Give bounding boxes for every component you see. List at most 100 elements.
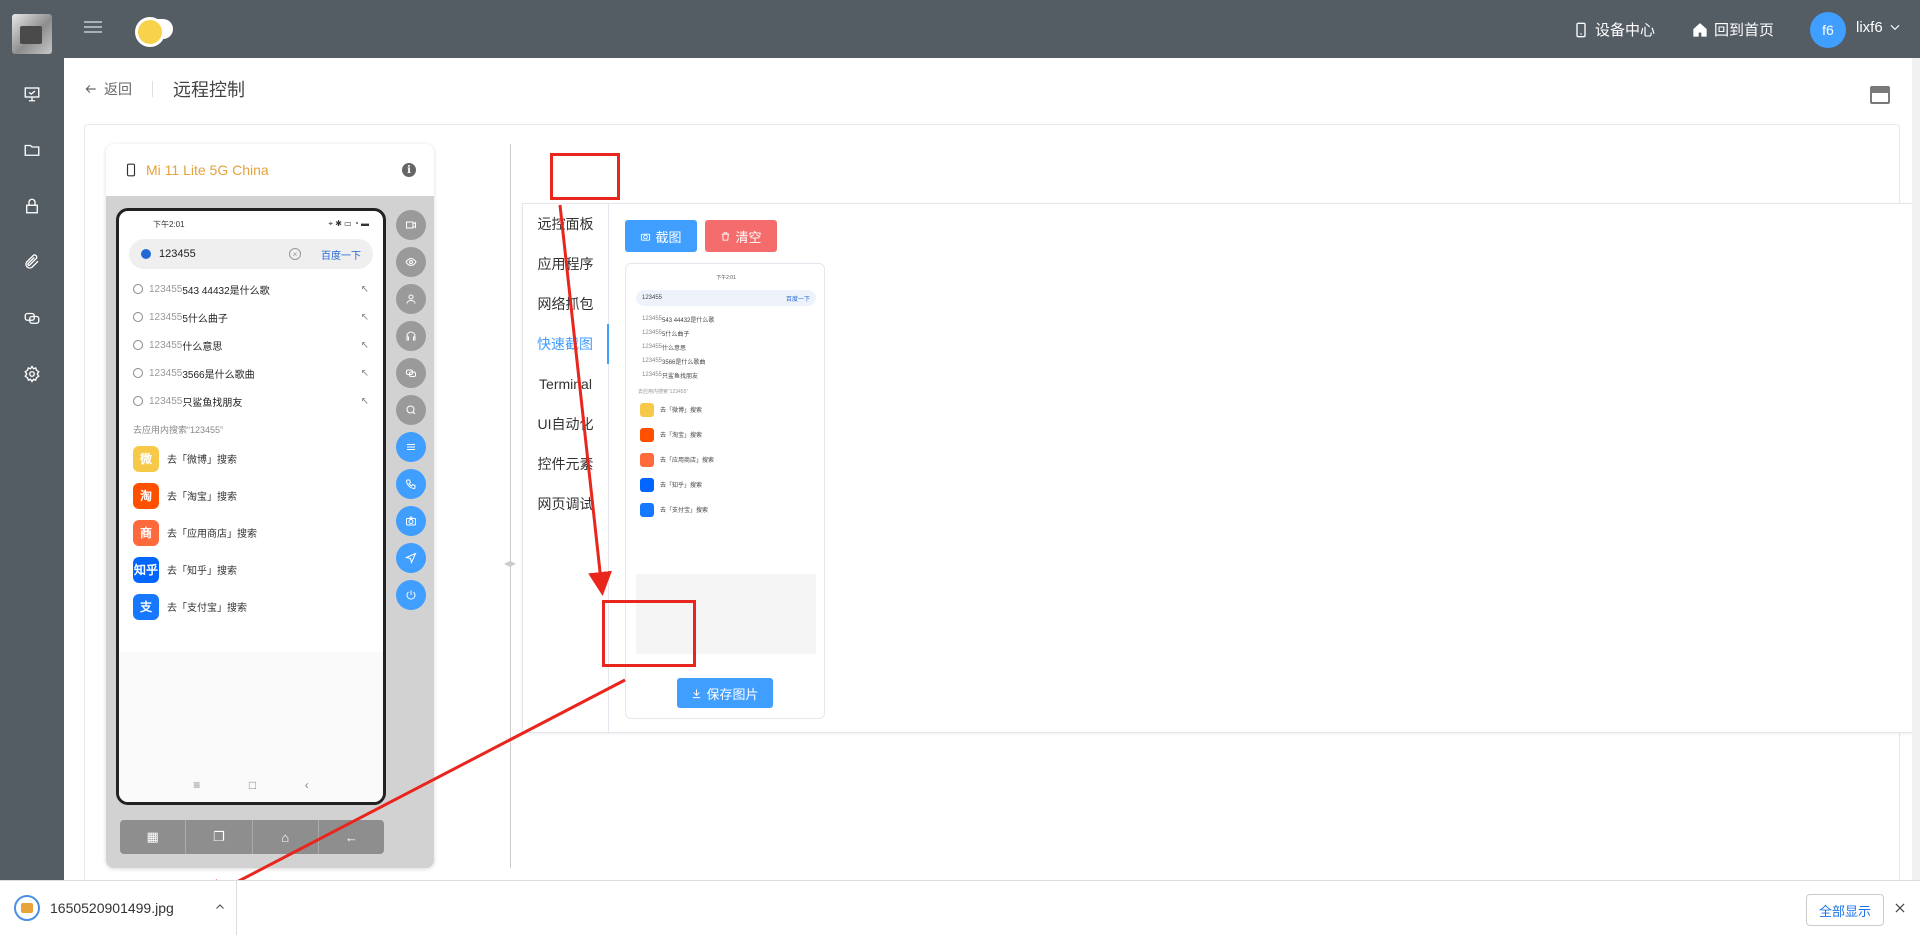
tab-item[interactable]: UI自动化 (523, 404, 608, 444)
suggestion-item[interactable]: 123455 5什么曲子 ↖ (119, 303, 383, 331)
suggestion-item[interactable]: 123455 3566是什么歌曲 ↖ (119, 359, 383, 387)
download-icon (693, 688, 701, 698)
annotation-box-capture (550, 153, 620, 200)
lock-icon[interactable] (20, 194, 44, 218)
mini-app-label: 去「支付宝」搜索 (660, 508, 709, 514)
gear-icon[interactable] (20, 362, 44, 386)
suggestion-list: 123455 543 44432是什么歌 ↖ 123455 5什么曲子 ↖ 123455 什么… (119, 275, 383, 415)
location-icon[interactable] (396, 543, 426, 573)
mini-app-item: 去「淘宝」搜索 (636, 422, 816, 447)
folder-icon[interactable] (20, 138, 44, 162)
panel-resizer[interactable] (510, 144, 511, 868)
layout-icon[interactable] (1870, 86, 1890, 104)
clear-label: 清空 (735, 229, 762, 245)
search-icon (133, 368, 143, 378)
app-logo[interactable] (12, 14, 52, 54)
suggestion-prefix: 123455 (149, 395, 183, 407)
mini-suggestion-text: 3566是什么歌曲 (662, 359, 706, 366)
apps-grid-icon[interactable]: ▦ (120, 820, 187, 854)
chevron-down-icon[interactable] (1888, 20, 1904, 36)
camera-icon[interactable] (396, 506, 426, 536)
chevron-up-icon[interactable] (214, 900, 226, 916)
save-image-button[interactable]: 保存图片 (677, 678, 773, 708)
app-search-item[interactable]: 淘去「淘宝」搜索 (119, 477, 383, 514)
info-icon[interactable]: i (402, 163, 416, 177)
phone-search-button[interactable]: 百度一下 (321, 247, 361, 262)
app-search-item[interactable]: 知乎 去「知乎」搜索 (119, 551, 383, 588)
paperclip-icon[interactable] (20, 250, 44, 274)
fill-arrow-icon[interactable]: ↖ (361, 284, 369, 295)
fill-arrow-icon[interactable]: ↖ (361, 340, 369, 351)
app-search-item[interactable]: 微去「微博」搜索 (119, 440, 383, 477)
app-icon: 商 (133, 519, 159, 546)
theme-toggle[interactable] (135, 17, 173, 47)
recent-apps-icon[interactable]: ❐ (186, 820, 253, 854)
phone-card: Mi 11 Lite 5G China i 下午2:01 ⌖ ✱ ▭ ◔ ▬ 1… (106, 144, 434, 868)
back-arrow-icon[interactable]: ← (319, 820, 384, 854)
tab-item[interactable]: 应用程序 (523, 244, 608, 284)
back-button[interactable]: 返回 (84, 79, 132, 99)
link-icon[interactable] (20, 306, 44, 330)
mini-suggestion-text: 5什么曲子 (662, 331, 690, 338)
download-item[interactable]: 1650520901499.jpg (14, 895, 226, 921)
phone-icon (1576, 22, 1586, 37)
back-key-icon[interactable]: ‹ (305, 778, 309, 792)
mini-suggestion-prefix: 123455 (642, 372, 663, 378)
headset-icon[interactable] (396, 321, 426, 351)
mini-app-icon (640, 452, 654, 467)
mini-suggestion-item: 123455 只鲨鱼找朋友 (636, 368, 816, 382)
mini-section-label: 去应用内搜索“123455” (638, 389, 689, 395)
home-button-icon[interactable]: ⌂ (253, 820, 319, 854)
fill-arrow-icon[interactable]: ↖ (361, 368, 369, 379)
close-icon[interactable] (1893, 901, 1909, 917)
menu-key-icon[interactable]: ≡ (193, 778, 200, 792)
tab-item[interactable]: 快速截图 (523, 324, 609, 364)
mini-suggestion-prefix: 123455 (642, 316, 663, 322)
mini-search-box: 123455 百度一下 (636, 290, 816, 306)
tab-item[interactable]: Terminal (523, 364, 608, 404)
fill-arrow-icon[interactable]: ↖ (361, 396, 369, 407)
phone-screen[interactable]: 下午2:01 ⌖ ✱ ▭ ◔ ▬ 123455 × 百度一下 123455 543… (116, 208, 386, 805)
video-icon[interactable] (396, 210, 426, 240)
presentation-icon[interactable] (20, 82, 44, 106)
download-filename: 1650520901499.jpg (50, 900, 174, 916)
show-all-button[interactable]: 全部显示 (1806, 894, 1884, 926)
device-center-link[interactable]: 设备中心 (1573, 19, 1655, 40)
mobile-icon (126, 163, 136, 177)
phone-tool-column (396, 210, 426, 617)
mini-suggestion-list: 123455 543 44432是什么歌 123455 5什么曲子 123455 什么意思… (636, 312, 816, 382)
tab-item[interactable]: 网页调试 (523, 484, 608, 524)
power-icon[interactable] (396, 580, 426, 610)
username[interactable]: lixf6 (1856, 19, 1883, 36)
phone-card-header: Mi 11 Lite 5G China i (106, 144, 434, 196)
app-search-item[interactable]: 商去「应用商店」搜索 (119, 514, 383, 551)
capture-button[interactable]: 截图 (625, 220, 697, 252)
clear-icon[interactable]: × (289, 248, 301, 260)
clear-button[interactable]: 清空 (705, 220, 777, 252)
menu-toggle-icon[interactable] (84, 18, 102, 40)
search-icon[interactable] (396, 395, 426, 425)
suggestion-item[interactable]: 123455 只鲨鱼找朋友 ↖ (119, 387, 383, 415)
fill-arrow-icon[interactable]: ↖ (361, 312, 369, 323)
tab-item[interactable]: 网络抓包 (523, 284, 608, 324)
sliders-icon[interactable] (396, 432, 426, 462)
home-key-icon[interactable]: □ (249, 778, 256, 792)
suggestion-item[interactable]: 123455 什么意思 ↖ (119, 331, 383, 359)
home-link[interactable]: 回到首页 (1692, 19, 1774, 40)
resizer-grip-icon[interactable]: ◂▸ (504, 556, 516, 576)
tab-item[interactable]: 控件元素 (523, 444, 608, 484)
link-icon[interactable] (396, 358, 426, 388)
eye-icon[interactable] (396, 247, 426, 277)
mini-app-label: 去「知乎」搜索 (660, 483, 703, 489)
phone-search-box[interactable]: 123455 × 百度一下 (129, 239, 373, 269)
avatar[interactable]: f6 (1810, 12, 1846, 48)
suggestion-prefix: 123455 (149, 283, 183, 295)
vertical-scrollbar[interactable] (1912, 58, 1920, 880)
tab-item[interactable]: 远控面板 (523, 204, 608, 244)
suggestion-item[interactable]: 123455 543 44432是什么歌 ↖ (119, 275, 383, 303)
user-icon[interactable] (396, 284, 426, 314)
app-search-item[interactable]: 支去「支付宝」搜索 (119, 588, 383, 625)
call-icon[interactable] (396, 469, 426, 499)
mini-suggestion-text: 543 44432是什么歌 (662, 317, 715, 324)
mini-suggestion-item: 123455 543 44432是什么歌 (636, 312, 816, 326)
